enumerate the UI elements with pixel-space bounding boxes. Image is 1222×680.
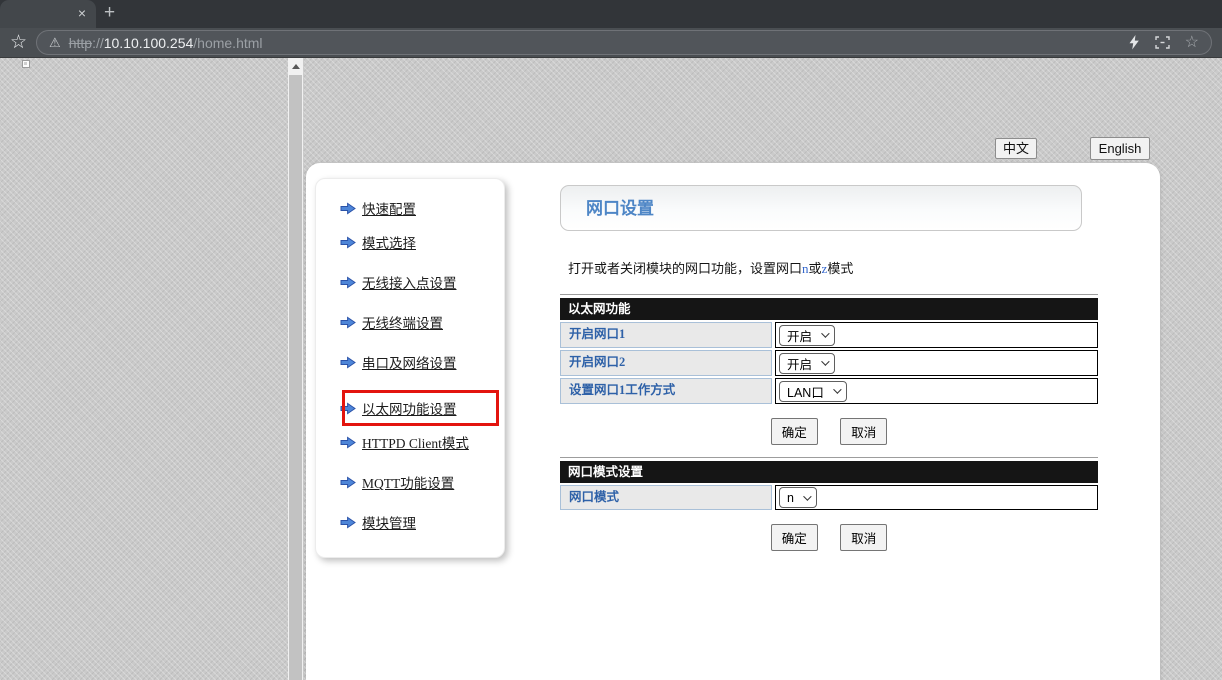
description-or: 或 xyxy=(809,261,822,276)
mode-actions: 确定 取消 xyxy=(560,524,1098,551)
vertical-scrollbar[interactable] xyxy=(288,58,303,680)
sidebar-item-wireless-sta[interactable]: 无线终端设置 xyxy=(340,312,443,332)
lightning-icon[interactable] xyxy=(1128,35,1140,50)
broken-image-placeholder xyxy=(22,60,30,68)
sidebar-item-httpd-client[interactable]: HTTPD Client模式 xyxy=(340,432,469,452)
ethernet-actions: 确定 取消 xyxy=(560,418,1098,445)
ethernet-table-header: 以太网功能 xyxy=(560,298,1098,320)
tab-close-icon[interactable]: × xyxy=(78,5,86,21)
sidebar-item-label: 快速配置 xyxy=(362,198,416,218)
description-text: 打开或者关闭模块的网口功能，设置网口 xyxy=(568,261,802,276)
up-arrow-icon xyxy=(292,64,300,69)
url-separator: :// xyxy=(92,35,104,51)
port2-enable-select[interactable]: 开启 xyxy=(779,353,835,374)
sidebar-item-label: 模式选择 xyxy=(362,232,416,252)
arrow-right-icon xyxy=(340,476,356,489)
main-content-panel: 快速配置 模式选择 无线接入点设置 无线终端设置 串口及网络设置 以太网功能设置 xyxy=(306,163,1160,680)
arrow-right-icon xyxy=(340,516,356,529)
sidebar-item-mode-select[interactable]: 模式选择 xyxy=(340,232,416,252)
port1-workmode-select[interactable]: LAN口 xyxy=(779,381,847,402)
browser-toolbar: ☆ ⚠ http :// 10.10.100.254 /home.html ☆ xyxy=(0,28,1222,58)
page-viewport: 中文 English 快速配置 模式选择 无线接入点设置 无线终端设置 xyxy=(0,58,1222,680)
chevron-down-icon xyxy=(821,329,829,337)
sidebar-item-label: 模块管理 xyxy=(362,512,416,532)
scrollbar-up-button[interactable] xyxy=(288,58,303,74)
chevron-down-icon xyxy=(821,357,829,365)
red-highlight-annotation xyxy=(342,390,499,426)
arrow-right-icon xyxy=(340,202,356,215)
ok-button[interactable]: 确定 xyxy=(771,524,818,551)
table-row: 开启网口2 开启 xyxy=(560,350,1098,376)
chevron-down-icon xyxy=(833,385,841,393)
port1-enable-select[interactable]: 开启 xyxy=(779,325,835,346)
sidebar-item-label: HTTPD Client模式 xyxy=(362,432,469,452)
tab-strip: × + xyxy=(0,0,1222,28)
screenshot-frame-icon[interactable] xyxy=(1155,36,1170,49)
select-value: 开启 xyxy=(787,354,812,373)
sidebar-item-module-mgmt[interactable]: 模块管理 xyxy=(340,512,416,532)
row-value-cell: 开启 xyxy=(775,322,1098,348)
sidebar-item-quick-config[interactable]: 快速配置 xyxy=(340,198,416,218)
chevron-down-icon xyxy=(803,492,811,500)
divider xyxy=(560,457,1098,458)
home-star-icon[interactable]: ☆ xyxy=(10,31,27,54)
address-bar[interactable]: ⚠ http :// 10.10.100.254 /home.html ☆ xyxy=(36,30,1212,55)
row-label-port1-workmode: 设置网口1工作方式 xyxy=(560,378,772,404)
row-label-port1: 开启网口1 xyxy=(560,322,772,348)
language-chinese-button[interactable]: 中文 xyxy=(995,138,1037,159)
row-label-port-mode: 网口模式 xyxy=(560,485,772,510)
not-secure-warning-icon[interactable]: ⚠ xyxy=(49,35,61,51)
mode-table-header: 网口模式设置 xyxy=(560,461,1098,483)
browser-tab[interactable]: × xyxy=(0,0,96,28)
sidebar-item-label: 无线接入点设置 xyxy=(362,272,457,292)
cancel-button[interactable]: 取消 xyxy=(840,524,887,551)
bookmark-star-icon[interactable]: ☆ xyxy=(1185,36,1199,50)
sidebar-item-wireless-ap[interactable]: 无线接入点设置 xyxy=(340,272,457,292)
row-label-port2: 开启网口2 xyxy=(560,350,772,376)
sidebar-item-label: MQTT功能设置 xyxy=(362,472,454,492)
select-value: n xyxy=(787,491,794,505)
sidebar-item-label: 无线终端设置 xyxy=(362,312,443,332)
page-title: 网口设置 xyxy=(586,199,654,218)
row-value-cell: n xyxy=(775,485,1098,510)
new-tab-icon[interactable]: + xyxy=(104,2,115,24)
port-mode-select[interactable]: n xyxy=(779,487,817,508)
page-description: 打开或者关闭模块的网口功能，设置网口n或z模式 xyxy=(568,258,1098,277)
table-row: 设置网口1工作方式 LAN口 xyxy=(560,378,1098,404)
ok-button[interactable]: 确定 xyxy=(771,418,818,445)
scrollbar-thumb[interactable] xyxy=(289,75,302,680)
page-title-box: 网口设置 xyxy=(560,185,1082,231)
cancel-button[interactable]: 取消 xyxy=(840,418,887,445)
arrow-right-icon xyxy=(340,236,356,249)
divider xyxy=(560,294,1098,295)
arrow-right-icon xyxy=(340,436,356,449)
arrow-right-icon xyxy=(340,356,356,369)
row-value-cell: LAN口 xyxy=(775,378,1098,404)
url-path: /home.html xyxy=(193,35,262,51)
row-value-cell: 开启 xyxy=(775,350,1098,376)
sidebar-item-mqtt[interactable]: MQTT功能设置 xyxy=(340,472,454,492)
url-scheme: http xyxy=(69,35,92,51)
arrow-right-icon xyxy=(340,276,356,289)
select-value: 开启 xyxy=(787,326,812,345)
arrow-right-icon xyxy=(340,316,356,329)
content-area: 网口设置 打开或者关闭模块的网口功能，设置网口n或z模式 以太网功能 开启网口1… xyxy=(560,185,1098,551)
table-row: 网口模式 n xyxy=(560,485,1098,510)
table-row: 开启网口1 开启 xyxy=(560,322,1098,348)
sidebar: 快速配置 模式选择 无线接入点设置 无线终端设置 串口及网络设置 以太网功能设置 xyxy=(315,178,505,558)
select-value: LAN口 xyxy=(787,382,824,401)
language-english-button[interactable]: English xyxy=(1090,137,1150,160)
sidebar-item-label: 串口及网络设置 xyxy=(362,352,457,372)
url-host: 10.10.100.254 xyxy=(104,35,194,51)
description-suffix: 模式 xyxy=(827,261,853,276)
sidebar-item-uart-network[interactable]: 串口及网络设置 xyxy=(340,352,457,372)
